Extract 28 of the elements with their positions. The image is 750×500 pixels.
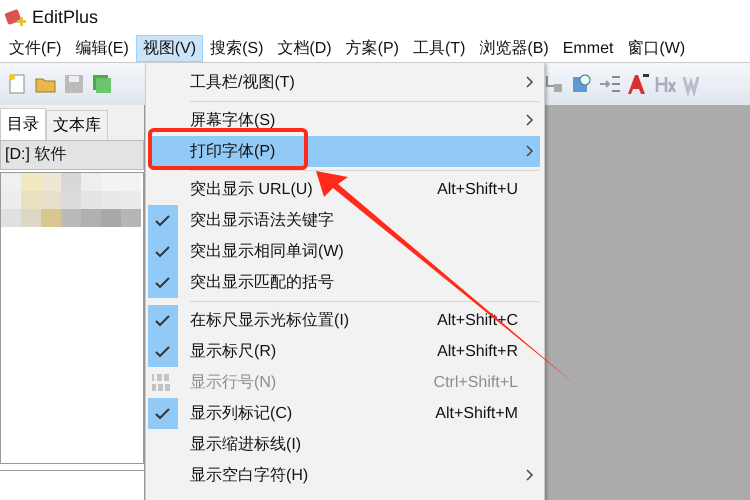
menu-item[interactable]: 编辑(E) bbox=[68, 35, 136, 62]
app-logo-icon bbox=[4, 6, 26, 28]
menu-item[interactable]: 工具(T) bbox=[406, 35, 472, 62]
menu-item[interactable]: 文档(D) bbox=[270, 35, 339, 62]
menu-item[interactable]: 打印字体(P) bbox=[148, 136, 540, 167]
menu-item[interactable]: 突出显示匹配的括号 bbox=[148, 267, 540, 298]
menu-item[interactable]: 方案(P) bbox=[338, 35, 406, 62]
menu-item[interactable]: Emmet bbox=[556, 35, 620, 62]
window-title: EditPlus bbox=[32, 6, 98, 29]
menu-item[interactable]: 视图(V) bbox=[136, 35, 204, 62]
font-icon[interactable] bbox=[626, 72, 650, 96]
menu-item[interactable]: 显示缩进标线(I) bbox=[148, 429, 540, 460]
sidebar-tab[interactable]: 文本库 bbox=[46, 110, 108, 140]
menu-item[interactable]: 屏幕字体(S) bbox=[148, 105, 540, 136]
menu-item[interactable]: 显示标尺(R) Alt+Shift+R bbox=[148, 336, 540, 367]
save-all-icon[interactable] bbox=[90, 72, 114, 96]
menu-item[interactable]: 突出显示语法关键字 bbox=[148, 205, 540, 236]
menu-item[interactable]: 窗口(W) bbox=[620, 35, 692, 62]
menu-item[interactable]: 突出显示相同单词(W) bbox=[148, 236, 540, 267]
menu-item[interactable]: 显示空白字符(H) bbox=[148, 460, 540, 491]
menu-item[interactable]: 突出显示 URL(U) Alt+Shift+U bbox=[148, 174, 540, 205]
menu-item[interactable]: 文件(F) bbox=[2, 35, 68, 62]
menu-item[interactable]: 显示列标记(C) Alt+Shift+M bbox=[148, 398, 540, 429]
save-icon[interactable] bbox=[62, 72, 86, 96]
menu-item[interactable]: 浏览器(B) bbox=[472, 35, 556, 62]
menu-item[interactable]: 搜索(S) bbox=[203, 35, 270, 62]
sidebar-tab[interactable]: 目录 bbox=[0, 108, 46, 140]
directory-path[interactable]: [D:] 软件 bbox=[0, 140, 144, 170]
